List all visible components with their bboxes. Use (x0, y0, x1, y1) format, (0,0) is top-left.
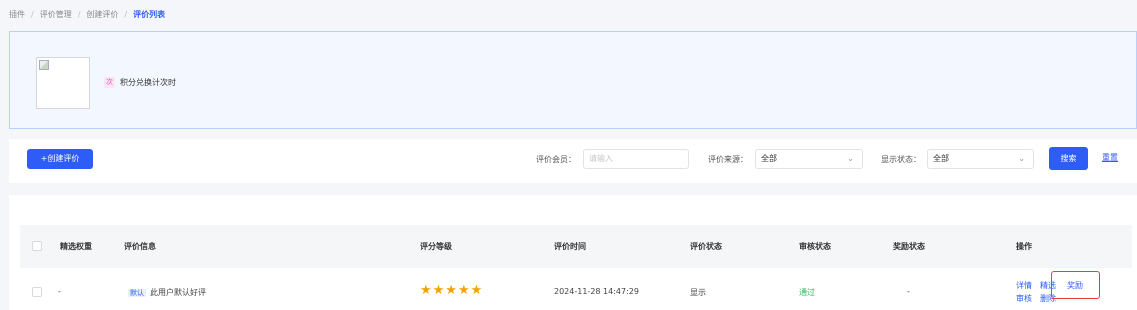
breadcrumb-item-review-management[interactable]: 评价管理 (40, 9, 72, 20)
header-weight: 精选权重 (60, 242, 92, 251)
breadcrumb-separator: / (124, 9, 128, 19)
breadcrumb-item-current: 评价列表 (133, 9, 166, 19)
product-type-tag: 次 (104, 77, 115, 88)
breadcrumb-item-plugins[interactable]: 插件 (9, 9, 25, 20)
rating-stars: ★★★★★ (420, 283, 484, 298)
row-info-text: 此用户默认好评 (150, 288, 206, 297)
header-info: 评价信息 (124, 242, 156, 251)
header-time: 评价时间 (554, 242, 586, 251)
display-status-select[interactable]: 全部 ⌄ (927, 149, 1034, 169)
review-table: 精选权重 评价信息 评分等级 评价时间 评价状态 审核状态 奖励状态 操作 - … (9, 195, 1137, 310)
source-filter-label: 评价来源： (708, 155, 748, 164)
breadcrumb: 插件 / 评价管理 / 创建评价 / 评价列表 (9, 8, 165, 20)
filter-bar: +创建评价 评价会员： 请输入 评价来源： 全部 ⌄ 显示状态： 全部 ⌄ 搜索… (9, 139, 1137, 183)
member-search-input[interactable]: 请输入 (583, 149, 689, 169)
breadcrumb-item-create-review[interactable]: 创建评价 (86, 9, 118, 20)
row-checkbox[interactable] (32, 287, 42, 297)
detail-link[interactable]: 详情 (1016, 280, 1032, 291)
row-weight: - (58, 287, 61, 296)
row-info: 默认 此用户默认好评 (128, 287, 206, 298)
chevron-down-icon: ⌄ (847, 154, 854, 163)
header-reward: 奖励状态 (893, 242, 925, 251)
select-all-checkbox[interactable] (32, 241, 42, 251)
product-info: 次 积分兑换计次时 (104, 77, 176, 88)
source-select-value: 全部 (761, 154, 777, 163)
breadcrumb-separator: / (77, 9, 81, 19)
row-reward: - (907, 287, 910, 296)
create-review-button[interactable]: +创建评价 (27, 149, 93, 169)
header-audit: 审核状态 (799, 242, 831, 251)
header-status: 评价状态 (690, 242, 722, 251)
reset-link[interactable]: 重置 (1102, 152, 1118, 163)
member-filter-label: 评价会员： (536, 155, 576, 164)
row-status: 显示 (690, 288, 706, 297)
audit-link[interactable]: 审核 (1016, 293, 1032, 304)
display-select-value: 全部 (933, 154, 949, 163)
search-button[interactable]: 搜索 (1049, 147, 1088, 170)
display-filter-label: 显示状态： (881, 155, 921, 164)
product-card: 次 积分兑换计次时 (9, 31, 1137, 129)
product-thumbnail (36, 57, 90, 109)
table-row: - 默认 此用户默认好评 ★★★★★ 2024-11-28 14:47:29 显示… (20, 268, 1132, 310)
header-actions: 操作 (1016, 242, 1032, 251)
source-select[interactable]: 全部 ⌄ (755, 149, 863, 169)
broken-image-icon (39, 60, 49, 70)
breadcrumb-separator: / (31, 9, 34, 19)
chevron-down-icon: ⌄ (1018, 154, 1025, 163)
default-tag: 默认 (128, 289, 146, 297)
highlight-box (1051, 271, 1100, 299)
member-search-placeholder: 请输入 (589, 154, 613, 163)
header-rating: 评分等级 (420, 242, 452, 251)
row-time: 2024-11-28 14:47:29 (554, 287, 639, 296)
table-header: 精选权重 评价信息 评分等级 评价时间 评价状态 审核状态 奖励状态 操作 (20, 225, 1132, 268)
row-audit: 通过 (799, 288, 815, 297)
product-name: 积分兑换计次时 (120, 78, 176, 87)
